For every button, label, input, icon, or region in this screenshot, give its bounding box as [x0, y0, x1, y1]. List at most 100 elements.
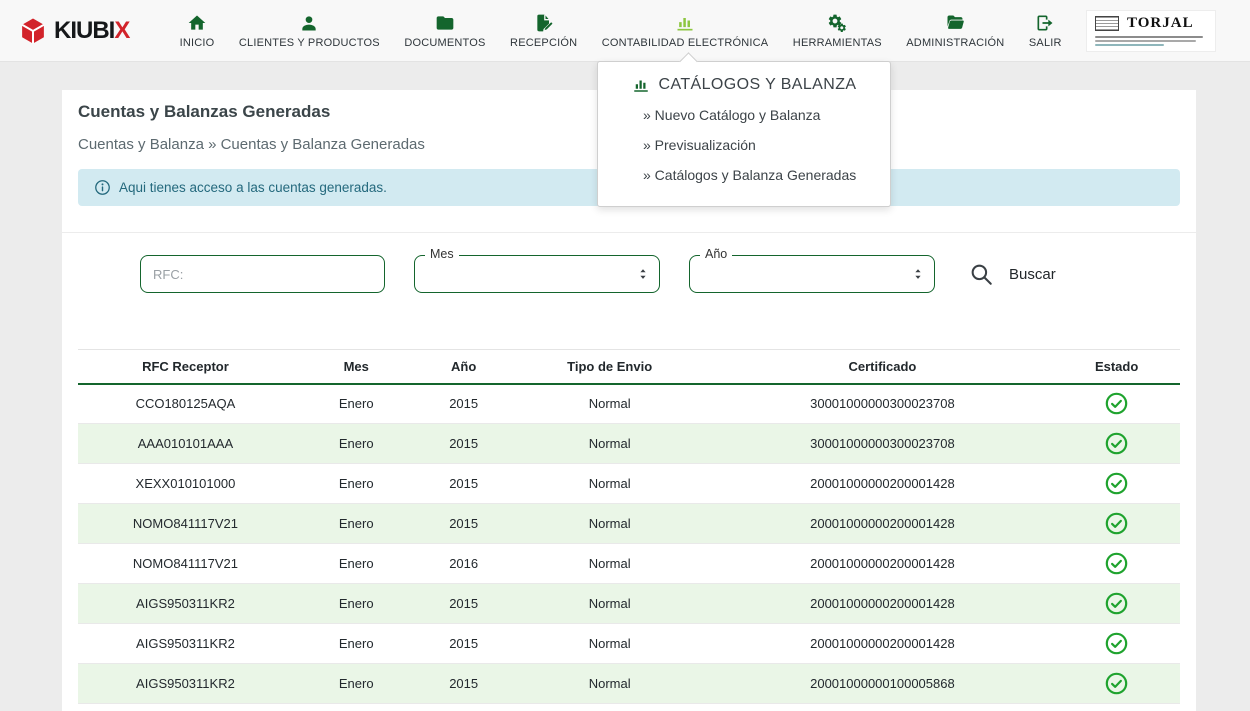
torjal-name: TORJAL — [1127, 15, 1207, 32]
nav-item[interactable]: INICIO — [178, 9, 217, 53]
cell-ano: 2015 — [420, 464, 508, 504]
info-alert-text: Aqui tienes acceso a las cuentas generad… — [119, 180, 387, 195]
cell-rfc: AIGS950311KR2 — [78, 584, 293, 624]
home-icon — [187, 13, 207, 33]
nav-item-label: SALIR — [1029, 37, 1062, 49]
rfc-input[interactable] — [140, 255, 385, 293]
nav-item-label: CLIENTES Y PRODUCTOS — [239, 37, 380, 49]
dropdown-menu-item[interactable]: » Previsualización — [598, 130, 890, 160]
cell-estado — [1053, 384, 1180, 424]
cell-rfc: CCO180125AQA — [78, 384, 293, 424]
col-header-tipo: Tipo de Envio — [508, 350, 712, 384]
cell-mes: Enero — [293, 664, 420, 704]
ano-select-label: Año — [700, 247, 732, 261]
cell-ano: 2015 — [420, 624, 508, 664]
col-header-certificado: Certificado — [712, 350, 1054, 384]
col-header-mes: Mes — [293, 350, 420, 384]
cell-mes: Enero — [293, 584, 420, 624]
nav-item-label: HERRAMIENTAS — [793, 37, 882, 49]
cell-rfc: AIGS950311KR2 — [78, 664, 293, 704]
nav-item-label: ADMINISTRACIÓN — [906, 37, 1004, 49]
cell-certificado: 20001000000200001428 — [712, 624, 1054, 664]
cell-mes: Enero — [293, 464, 420, 504]
table-row: AIGS950311KR2 Enero 2015 Normal 20001000… — [78, 584, 1180, 624]
cell-certificado: 20001000000200001428 — [712, 464, 1054, 504]
cell-mes: Enero — [293, 544, 420, 584]
kiubix-logo[interactable]: KIUBIX — [18, 16, 129, 46]
nav-item[interactable]: CLIENTES Y PRODUCTOS — [237, 9, 382, 53]
mes-select-label: Mes — [425, 247, 459, 261]
table-header-row: RFC Receptor Mes Año Tipo de Envio Certi… — [78, 350, 1180, 384]
dropdown-menu-item[interactable]: » Catálogos y Balanza Generadas — [598, 160, 890, 190]
cell-certificado: 20001000000100005868 — [712, 664, 1054, 704]
cell-rfc: NOMO841117V21 — [78, 544, 293, 584]
cell-tipo: Normal — [508, 664, 712, 704]
main-nav: INICIO CLIENTES Y PRODUCTOS DOCUMENTOS R… — [155, 9, 1086, 53]
status-ok-icon — [1104, 391, 1129, 416]
nav-item[interactable]: CONTABILIDAD ELECTRÓNICA — [600, 9, 771, 53]
cell-tipo: Normal — [508, 584, 712, 624]
cell-estado — [1053, 464, 1180, 504]
nav-item[interactable]: SALIR — [1027, 9, 1064, 53]
bar-chart-icon — [675, 13, 695, 33]
search-button-label: Buscar — [1009, 266, 1056, 283]
cell-tipo: Normal — [508, 544, 712, 584]
cell-estado — [1053, 664, 1180, 704]
table-row: AIGS950311KR2 Enero 2015 Normal 20001000… — [78, 664, 1180, 704]
cell-rfc: AAA010101AAA — [78, 424, 293, 464]
cell-rfc: XEXX010101000 — [78, 464, 293, 504]
table-row: AIGS950311KR2 Enero 2015 Normal 20001000… — [78, 624, 1180, 664]
dropdown-title: CATÁLOGOS Y BALANZA — [598, 76, 890, 100]
cell-estado — [1053, 624, 1180, 664]
cell-ano: 2015 — [420, 664, 508, 704]
reception-document-icon — [534, 13, 554, 33]
nav-item[interactable]: RECEPCIÓN — [508, 9, 579, 53]
col-header-rfc: RFC Receptor — [78, 350, 293, 384]
kiubix-cube-icon — [18, 16, 48, 46]
cell-tipo: Normal — [508, 424, 712, 464]
cell-tipo: Normal — [508, 464, 712, 504]
cell-estado — [1053, 544, 1180, 584]
nav-item[interactable]: HERRAMIENTAS — [791, 9, 884, 53]
status-ok-icon — [1104, 431, 1129, 456]
cell-mes: Enero — [293, 384, 420, 424]
cell-tipo: Normal — [508, 504, 712, 544]
folder-open-icon — [945, 13, 965, 33]
search-icon — [968, 261, 994, 287]
dropdown-items: » Nuevo Catálogo y Balanza » Previsualiz… — [598, 100, 890, 190]
cell-ano: 2015 — [420, 584, 508, 624]
table-row: CCO180125AQA Enero 2015 Normal 300010000… — [78, 384, 1180, 424]
status-ok-icon — [1104, 671, 1129, 696]
ano-select[interactable]: Año — [689, 255, 935, 293]
filter-bar: Mes Año Buscar — [62, 232, 1196, 317]
col-header-estado: Estado — [1053, 350, 1180, 384]
stepper-icon — [911, 266, 925, 282]
brand-name: KIUBIX — [54, 17, 129, 45]
nav-item-label: INICIO — [180, 37, 215, 49]
torjal-address-text — [1095, 34, 1207, 46]
results-table: RFC Receptor Mes Año Tipo de Envio Certi… — [78, 349, 1180, 704]
torjal-thumbnail-image — [1095, 16, 1119, 31]
folder-icon — [435, 13, 455, 33]
search-button[interactable]: Buscar — [968, 261, 1056, 287]
nav-item[interactable]: ADMINISTRACIÓN — [904, 9, 1006, 53]
nav-item[interactable]: DOCUMENTOS — [402, 9, 487, 53]
cell-estado — [1053, 584, 1180, 624]
torjal-logo: TORJAL — [1086, 10, 1216, 52]
nav-item-label: CONTABILIDAD ELECTRÓNICA — [602, 37, 769, 49]
status-ok-icon — [1104, 591, 1129, 616]
contabilidad-dropdown-menu: CATÁLOGOS Y BALANZA » Nuevo Catálogo y B… — [597, 61, 891, 207]
cell-estado — [1053, 424, 1180, 464]
cell-certificado: 30001000000300023708 — [712, 384, 1054, 424]
cell-certificado: 30001000000300023708 — [712, 424, 1054, 464]
cell-tipo: Normal — [508, 384, 712, 424]
stepper-icon — [636, 266, 650, 282]
table-row: NOMO841117V21 Enero 2016 Normal 20001000… — [78, 544, 1180, 584]
cell-mes: Enero — [293, 424, 420, 464]
mes-select[interactable]: Mes — [414, 255, 660, 293]
cell-ano: 2016 — [420, 544, 508, 584]
status-ok-icon — [1104, 551, 1129, 576]
dropdown-menu-item[interactable]: » Nuevo Catálogo y Balanza — [598, 100, 890, 130]
gears-icon — [827, 13, 847, 33]
info-icon — [94, 179, 111, 196]
